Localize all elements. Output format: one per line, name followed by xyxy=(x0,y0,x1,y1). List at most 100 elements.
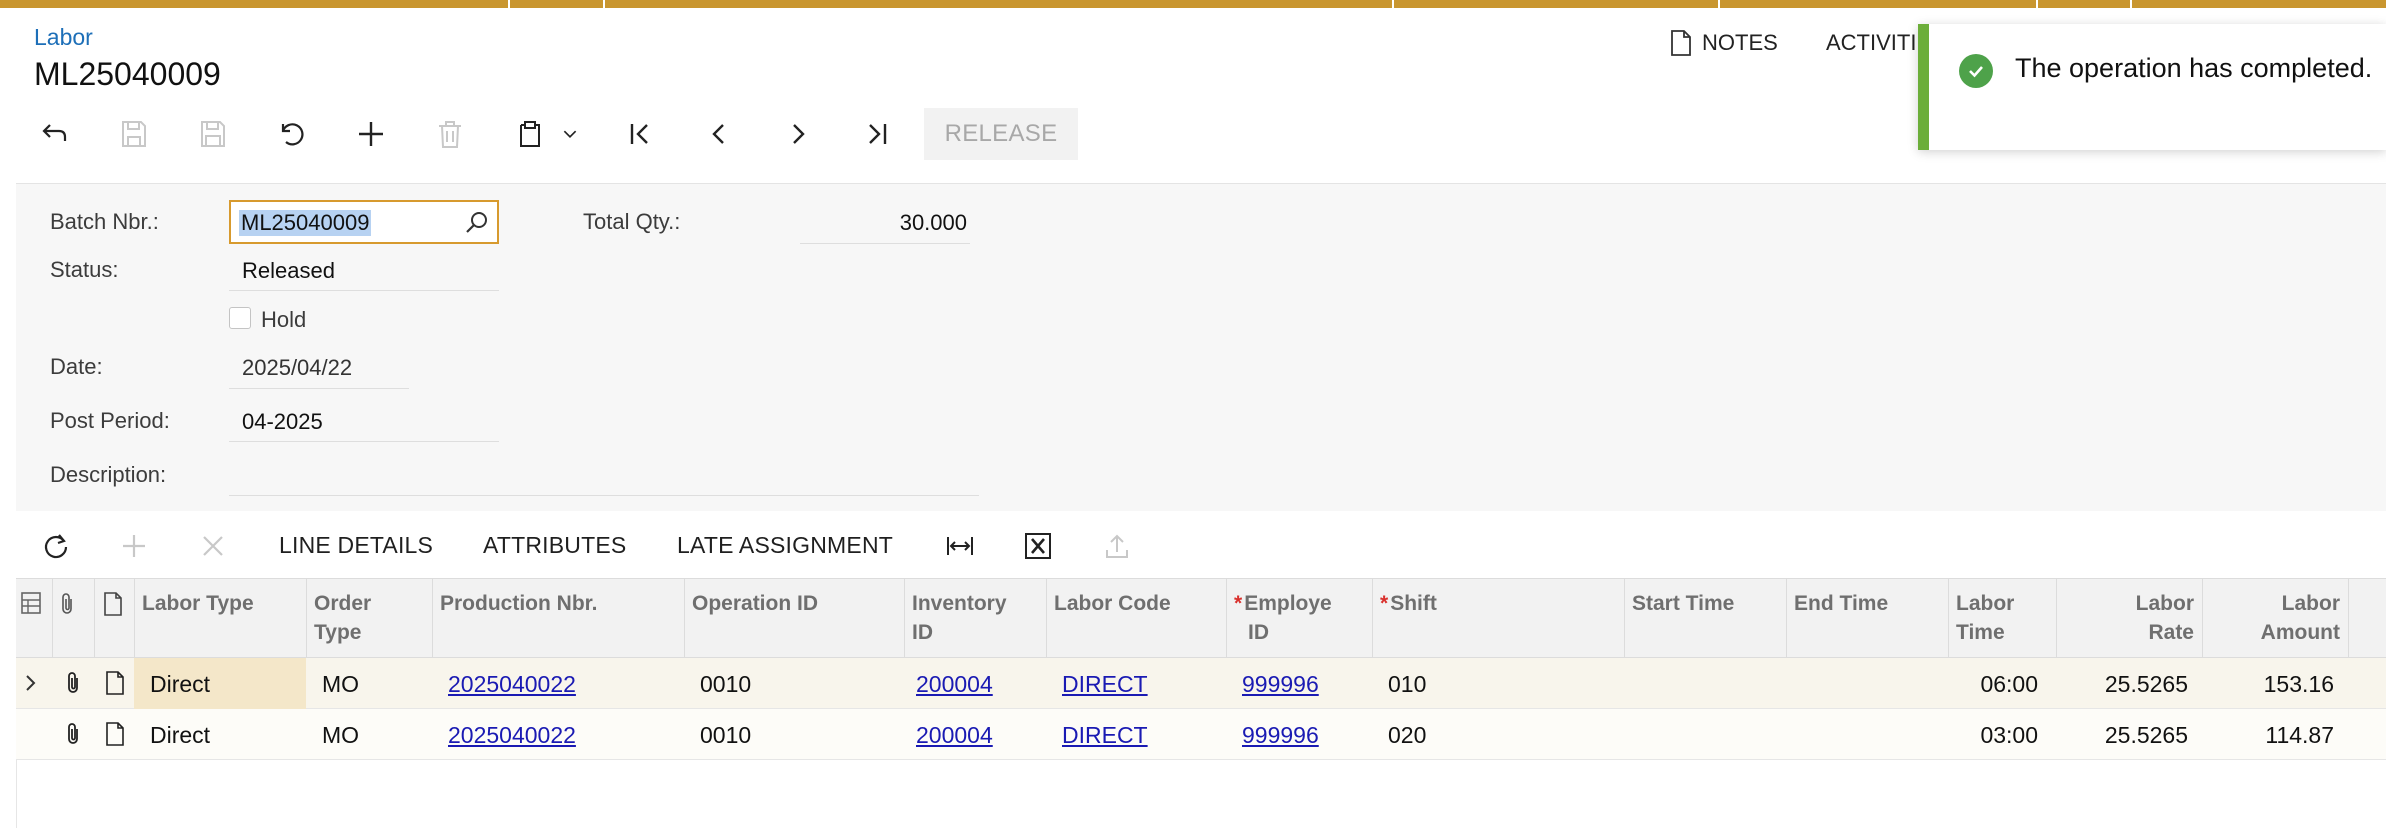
col-start-time[interactable]: Start Time xyxy=(1632,589,1734,618)
col-production-nbr[interactable]: Production Nbr. xyxy=(440,589,598,618)
search-icon[interactable] xyxy=(463,209,491,237)
delete-row-icon xyxy=(193,526,233,566)
fit-columns-icon[interactable] xyxy=(940,526,980,566)
activities-button[interactable]: ACTIVITI xyxy=(1826,30,1916,56)
col-operation-id-label: Operation ID xyxy=(692,592,819,615)
back-icon[interactable] xyxy=(34,114,74,154)
grid-settings-icon[interactable] xyxy=(20,591,42,615)
cell-shift[interactable]: 020 xyxy=(1388,722,1426,749)
col-order-type[interactable]: Order Type xyxy=(314,589,371,647)
employee-id-link[interactable]: 999996 xyxy=(1242,722,1319,749)
col-labor-type-label: Labor Type xyxy=(142,592,254,615)
breadcrumb[interactable]: Labor xyxy=(34,24,93,51)
toast-message: The operation has completed. xyxy=(2015,53,2373,83)
header-separator xyxy=(2056,579,2057,659)
col-inventory-id-label-2: ID xyxy=(912,621,933,644)
col-labor-code-label: Labor Code xyxy=(1054,592,1171,615)
col-employee-id-label-1: Employe xyxy=(1244,592,1332,615)
cell-order-type[interactable]: MO xyxy=(322,671,359,698)
cell-labor-time[interactable]: 03:00 xyxy=(1956,722,2038,749)
next-record-icon[interactable] xyxy=(778,114,818,154)
attachment-icon[interactable] xyxy=(60,670,86,696)
cell-labor-amount[interactable]: 153.16 xyxy=(2210,671,2334,698)
total-qty-value: 30.000 xyxy=(899,210,967,235)
row-expand-chevron-icon[interactable] xyxy=(22,670,40,696)
cell-labor-time[interactable]: 06:00 xyxy=(1956,671,2038,698)
header-separator xyxy=(432,579,433,659)
labor-grid: Labor Type Order Type Production Nbr. Ope… xyxy=(16,578,2386,828)
date-input[interactable]: 2025/04/22 xyxy=(242,355,352,381)
check-circle-icon xyxy=(1959,54,1993,88)
top-bar-divider xyxy=(2130,0,2132,8)
table-row[interactable]: Direct MO 2025040022 0010 200004 DIRECT … xyxy=(16,709,2386,760)
add-icon[interactable] xyxy=(351,114,391,154)
cell-labor-type[interactable]: Direct xyxy=(150,722,210,749)
top-bar-divider xyxy=(603,0,605,8)
notes-button[interactable]: NOTES xyxy=(1670,30,1778,56)
cell-labor-rate[interactable]: 25.5265 xyxy=(2064,671,2188,698)
col-shift[interactable]: *Shift xyxy=(1380,589,1437,618)
success-toast[interactable]: The operation has completed. xyxy=(1918,24,2386,150)
date-underline xyxy=(229,388,409,389)
grid-header: Labor Type Order Type Production Nbr. Ope… xyxy=(16,578,2386,659)
note-icon[interactable] xyxy=(102,721,128,747)
chevron-down-icon[interactable] xyxy=(552,114,588,154)
excel-export-icon[interactable] xyxy=(1018,526,1058,566)
header-separator xyxy=(2348,579,2349,659)
add-row-icon xyxy=(114,526,154,566)
cell-labor-type[interactable]: Direct xyxy=(150,671,210,698)
cell-shift[interactable]: 010 xyxy=(1388,671,1426,698)
employee-id-link[interactable]: 999996 xyxy=(1242,671,1319,698)
col-order-type-label-2: Type xyxy=(314,621,362,644)
col-labor-amount[interactable]: Labor Amount xyxy=(2210,589,2340,647)
previous-record-icon[interactable] xyxy=(699,114,739,154)
note-icon[interactable] xyxy=(102,670,128,696)
refresh-icon[interactable] xyxy=(36,526,76,566)
page-title: ML25040009 xyxy=(34,56,221,92)
hold-label: Hold xyxy=(261,307,307,332)
labor-code-link[interactable]: DIRECT xyxy=(1062,722,1148,749)
cell-order-type[interactable]: MO xyxy=(322,722,359,749)
cell-operation-id[interactable]: 0010 xyxy=(700,722,751,749)
cell-labor-rate[interactable]: 25.5265 xyxy=(2064,722,2188,749)
delete-icon xyxy=(430,114,470,154)
col-labor-rate[interactable]: Labor Rate xyxy=(2064,589,2194,647)
upload-icon xyxy=(1097,526,1137,566)
tab-late-assignment[interactable]: LATE ASSIGNMENT xyxy=(677,532,893,559)
hold-checkbox[interactable] xyxy=(229,307,251,329)
col-employee-id[interactable]: *Employe ID xyxy=(1234,589,1332,647)
header-separator xyxy=(1046,579,1047,659)
col-labor-time[interactable]: Labor Time xyxy=(1956,589,2014,647)
col-end-time[interactable]: End Time xyxy=(1794,589,1888,618)
tab-attributes[interactable]: ATTRIBUTES xyxy=(483,532,626,559)
batch-nbr-input[interactable]: ML25040009 xyxy=(229,200,499,244)
release-button[interactable]: RELEASE xyxy=(924,108,1078,160)
undo-icon[interactable] xyxy=(272,114,312,154)
col-inventory-id[interactable]: Inventory ID xyxy=(912,589,1007,647)
total-qty-label: Total Qty.: xyxy=(583,209,681,234)
col-labor-type[interactable]: Labor Type xyxy=(142,589,254,618)
cell-labor-amount[interactable]: 114.87 xyxy=(2210,722,2334,749)
post-period-input[interactable]: 04-2025 xyxy=(242,409,323,435)
production-nbr-link[interactable]: 2025040022 xyxy=(448,722,576,749)
top-bar-divider xyxy=(1392,0,1394,8)
top-accent-bar xyxy=(0,0,2386,8)
header-separator xyxy=(1624,579,1625,659)
table-row[interactable]: Direct MO 2025040022 0010 200004 DIRECT … xyxy=(16,658,2386,709)
tab-line-details[interactable]: LINE DETAILS xyxy=(279,532,433,559)
first-record-icon[interactable] xyxy=(620,114,660,154)
col-operation-id[interactable]: Operation ID xyxy=(692,589,818,618)
attachment-icon[interactable] xyxy=(60,721,86,747)
production-nbr-link[interactable]: 2025040022 xyxy=(448,671,576,698)
inventory-id-link[interactable]: 200004 xyxy=(916,722,993,749)
copy-paste-icon[interactable] xyxy=(510,114,550,154)
header-separator xyxy=(1786,579,1787,659)
last-record-icon[interactable] xyxy=(857,114,897,154)
attachment-column-icon xyxy=(56,591,78,617)
col-labor-code[interactable]: Labor Code xyxy=(1054,589,1171,618)
inventory-id-link[interactable]: 200004 xyxy=(916,671,993,698)
labor-code-link[interactable]: DIRECT xyxy=(1062,671,1148,698)
col-labor-amount-label-1: Labor xyxy=(2281,592,2340,615)
cell-operation-id[interactable]: 0010 xyxy=(700,671,751,698)
required-marker: * xyxy=(1380,592,1389,615)
